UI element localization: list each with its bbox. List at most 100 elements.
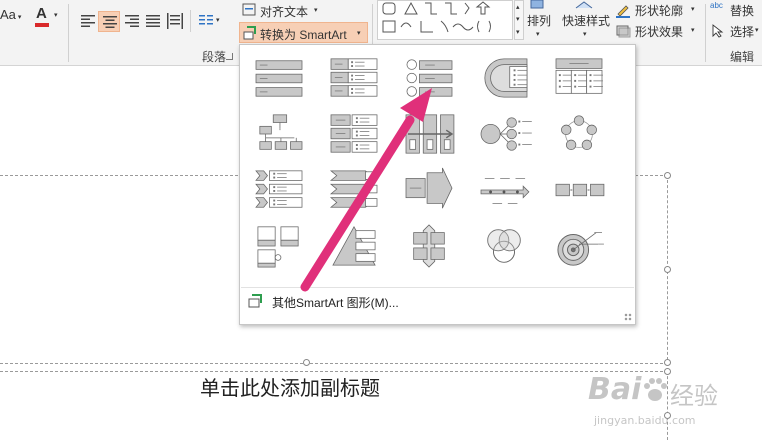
target-list-icon <box>484 58 528 98</box>
paw-icon <box>644 378 667 401</box>
smartart-layout-basic-process[interactable] <box>551 167 607 213</box>
font-color-button[interactable]: A <box>36 5 47 22</box>
smartart-layout-vertical-bullet-list[interactable] <box>251 55 307 101</box>
radial-list-icon <box>480 117 532 151</box>
convert-smartart-label: 转换为 SmartArt <box>260 28 347 42</box>
align-text-icon <box>242 3 256 16</box>
pyramid-list-icon <box>332 226 376 266</box>
title-placeholder-border <box>0 363 668 364</box>
matrix-icon <box>413 224 445 268</box>
basic-process-icon <box>555 183 605 197</box>
smartart-layout-vertical-box-list[interactable] <box>326 55 382 101</box>
replace-label: 替换 <box>730 4 755 18</box>
smartart-layout-chevron-list[interactable] <box>251 167 307 213</box>
vertical-block-list-icon <box>330 114 378 153</box>
group-separator <box>705 4 706 62</box>
convert-smartart-dropdown-icon: ▾ <box>357 30 361 37</box>
watermark-brand: Bai <box>588 372 642 407</box>
select-button[interactable]: 选择 ▾ <box>710 23 762 41</box>
subtitle-placeholder[interactable]: 单击此处添加副标题 <box>200 372 380 401</box>
smartart-layout-cycle[interactable] <box>551 111 607 157</box>
align-center-button[interactable] <box>98 11 120 32</box>
font-color-dropdown-icon[interactable]: ▾ <box>54 11 58 19</box>
arrange-button[interactable]: 排列 ▾ <box>523 0 555 44</box>
smartart-layout-matrix[interactable] <box>401 223 457 269</box>
distributed-align-icon[interactable] <box>166 12 184 30</box>
group-separator <box>68 4 69 62</box>
watermark-suffix: 经验 <box>670 382 718 410</box>
arrange-dropdown-icon: ▾ <box>536 31 540 38</box>
columns-dropdown-icon[interactable]: ▾ <box>216 16 220 24</box>
quick-styles-dropdown-icon: ▾ <box>583 31 587 38</box>
align-left-icon[interactable] <box>80 14 96 28</box>
vertical-chevron-list-icon <box>329 170 378 208</box>
replace-button[interactable]: abc 替换 <box>710 1 762 20</box>
smartart-layout-organization-chart[interactable] <box>251 111 307 157</box>
smartart-layout-venn[interactable] <box>476 223 532 269</box>
more-smartart-icon <box>248 294 262 308</box>
timeline-icon <box>480 178 530 204</box>
venn-icon <box>487 229 521 263</box>
shape-effects-label: 形状效果 <box>635 25 684 39</box>
picture-caption-list-icon <box>257 226 299 268</box>
smartart-layout-radial-list[interactable] <box>476 111 532 157</box>
resize-grip-icon[interactable] <box>624 313 632 321</box>
group-separator <box>190 10 191 32</box>
smartart-layout-pyramid-list[interactable] <box>326 223 382 269</box>
more-smartart-item[interactable]: 其他SmartArt 图形(M)... <box>240 289 635 311</box>
smartart-layout-table-list[interactable] <box>551 55 607 101</box>
shapes-gallery[interactable] <box>377 0 513 40</box>
font-color-swatch <box>35 23 49 27</box>
target-icon <box>557 232 604 266</box>
resize-handle[interactable] <box>664 266 671 273</box>
smartart-layout-timeline[interactable] <box>476 167 532 213</box>
paragraph-group-label: 段落 <box>202 50 227 64</box>
table-list-icon <box>555 58 603 94</box>
quick-styles-icon <box>575 1 593 9</box>
shape-outline-dropdown-icon: ▾ <box>691 6 695 13</box>
convert-to-smartart-button[interactable]: 转换为 SmartArt ▾ <box>239 22 368 43</box>
smartart-layout-target-list[interactable] <box>476 55 532 101</box>
justify-icon[interactable] <box>145 14 161 28</box>
align-text-label: 对齐文本 <box>260 5 309 19</box>
shape-effects-button[interactable]: 形状效果 ▾ <box>615 23 707 41</box>
more-smartart-label: 其他SmartArt 图形(M)... <box>272 296 399 310</box>
smartart-layout-vertical-chevron-list[interactable] <box>326 167 382 213</box>
change-case-button[interactable]: Aa ▾ <box>0 7 21 22</box>
watermark-url: jingyan.baidu.com <box>594 414 696 427</box>
select-dropdown-icon: ▾ <box>755 27 759 34</box>
smartart-layout-picture-caption-list[interactable] <box>251 223 307 269</box>
align-right-icon[interactable] <box>124 14 140 28</box>
smartart-layout-vertical-arrow-list[interactable] <box>401 111 457 157</box>
font-color-icon: A <box>36 5 47 22</box>
resize-handle[interactable] <box>664 359 671 366</box>
paragraph-dialog-launcher-icon[interactable] <box>226 53 233 60</box>
shape-effects-dropdown-icon: ▾ <box>691 27 695 34</box>
chevron-list-icon <box>255 170 303 208</box>
smartart-layout-vertical-block-list[interactable] <box>326 111 382 157</box>
smartart-layout-vertical-circle-list[interactable] <box>401 55 457 101</box>
columns-icon[interactable] <box>198 14 214 28</box>
align-text-dropdown-icon: ▾ <box>314 7 318 14</box>
cycle-icon <box>561 115 597 151</box>
smartart-gallery-dropdown: 其他SmartArt 图形(M)... <box>239 44 636 325</box>
cursor-icon <box>712 24 724 38</box>
shape-outline-button[interactable]: 形状轮廓 ▾ <box>615 2 707 20</box>
quick-styles-button[interactable]: 快速样式 ▾ <box>560 0 612 44</box>
replace-icon: abc <box>710 1 723 10</box>
organization-chart-icon <box>259 114 303 150</box>
powerpoint-window: Aa ▾ A ▾ ▾ 对齐文本 ▾ 转换为 SmartArt ▾ 段落 ▴ ▾ … <box>0 0 762 440</box>
process-arrows-icon <box>405 167 453 209</box>
shape-effects-icon <box>616 25 631 38</box>
smartart-layout-process-arrows[interactable] <box>401 167 457 213</box>
smartart-layout-target[interactable] <box>551 223 607 269</box>
align-center-icon <box>103 16 117 28</box>
vertical-box-list-icon <box>330 58 378 97</box>
arrange-icon <box>530 0 544 9</box>
resize-handle[interactable] <box>664 172 671 179</box>
vertical-arrow-list-icon <box>405 114 455 154</box>
baidu-watermark: Bai 经验 jingyan.baidu.com <box>588 372 758 438</box>
smartart-icon <box>243 26 256 40</box>
pencil-icon <box>616 5 630 18</box>
resize-handle[interactable] <box>303 359 310 366</box>
